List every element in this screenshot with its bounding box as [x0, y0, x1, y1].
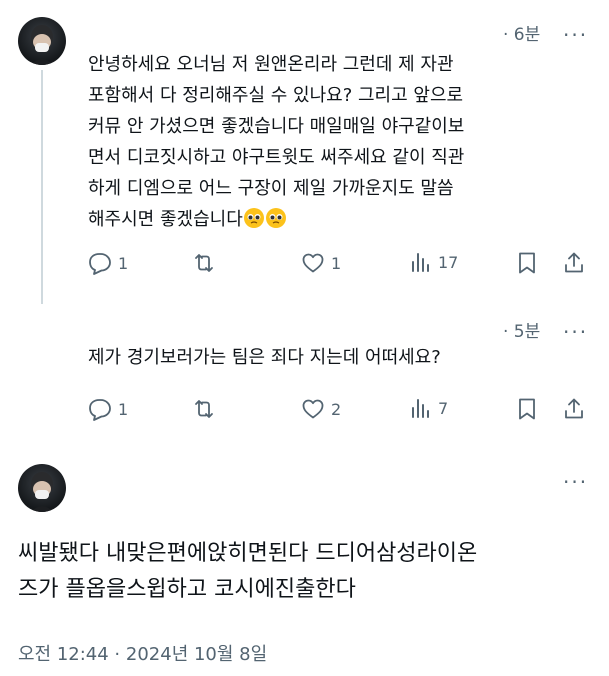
- like-button[interactable]: 1: [301, 251, 341, 275]
- avatar-image: [31, 25, 53, 65]
- repost-icon: [195, 400, 213, 418]
- views-count: 7: [438, 398, 449, 418]
- thread-line: [41, 70, 43, 304]
- more-options-icon[interactable]: ···: [563, 472, 588, 492]
- reply-text: 안녕하세요 오너님 저 원앤온리라 그런데 제 자관 포함해서 다 정리해주실 …: [88, 54, 465, 230]
- reply-count: 1: [118, 253, 129, 273]
- share-button[interactable]: [563, 397, 585, 421]
- bookmark-button[interactable]: [516, 397, 538, 421]
- bookmark-icon: [519, 252, 535, 274]
- avatar[interactable]: [18, 464, 66, 512]
- like-count: 1: [331, 253, 342, 273]
- share-button[interactable]: [563, 251, 585, 275]
- views-count: 17: [438, 252, 459, 272]
- views-icon: [412, 253, 429, 272]
- bookmark-button[interactable]: [516, 251, 538, 275]
- repost-icon: [195, 254, 213, 272]
- reply-icon: [89, 399, 111, 421]
- reply-count: 1: [118, 399, 129, 419]
- reply-text: 제가 경기보러가는 팀은 죄다 지는데 어떠세요?: [88, 347, 441, 368]
- views-icon: [412, 399, 429, 418]
- reply-button[interactable]: 1: [88, 251, 128, 275]
- share-icon: [565, 252, 583, 273]
- reply-timestamp[interactable]: · 5분: [503, 317, 540, 342]
- reply-timestamp[interactable]: · 6분: [503, 20, 540, 45]
- like-button[interactable]: 2: [301, 397, 341, 421]
- pleading-face-emoji: [265, 208, 286, 228]
- tweet-text: 씨발됐다 내맞은편에앉히면된다 드디어삼성라이온 즈가 플옵을스윕하고 코시에진…: [18, 541, 478, 602]
- pleading-face-emoji: [243, 208, 264, 228]
- avatar-image: [31, 472, 53, 512]
- bookmark-icon: [519, 398, 535, 420]
- share-icon: [565, 398, 583, 419]
- views-button[interactable]: 7: [410, 397, 448, 419]
- views-button[interactable]: 17: [410, 251, 458, 273]
- more-options-icon[interactable]: ···: [563, 25, 588, 45]
- like-icon: [302, 399, 324, 419]
- repost-button[interactable]: [192, 251, 216, 275]
- like-icon: [302, 253, 324, 273]
- repost-button[interactable]: [192, 397, 216, 421]
- avatar[interactable]: [18, 17, 66, 65]
- tweet-timestamp[interactable]: 오전 12:44 · 2024년 10월 8일: [18, 640, 267, 666]
- reply-icon: [89, 253, 111, 275]
- more-options-icon[interactable]: ···: [563, 322, 588, 342]
- reply-button[interactable]: 1: [88, 397, 128, 421]
- like-count: 2: [331, 399, 342, 419]
